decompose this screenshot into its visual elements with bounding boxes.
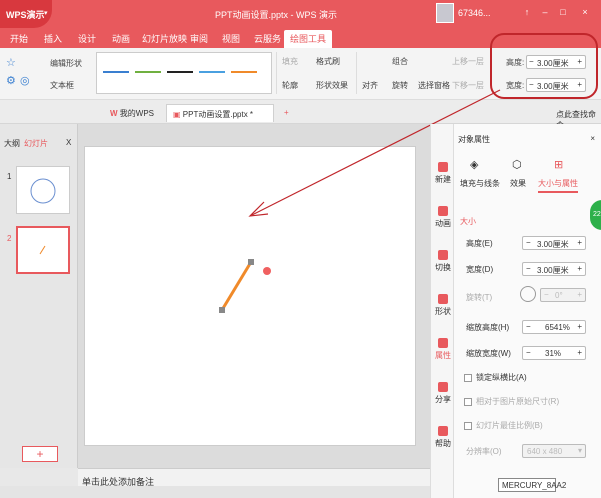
- tooltip: MERCURY_8AA2: [498, 478, 566, 492]
- width-value[interactable]: 3.00厘米: [537, 265, 569, 276]
- best-scale-checkbox[interactable]: 幻灯片最佳比例(B): [464, 420, 543, 431]
- decrease-button[interactable]: −: [544, 290, 549, 299]
- resolution-select[interactable]: 640 x 480 ▾: [522, 444, 586, 458]
- rotate-stepper[interactable]: − 0° +: [540, 288, 586, 302]
- side-new[interactable]: 新建: [433, 162, 453, 185]
- scale-width-stepper[interactable]: − 31% +: [522, 346, 586, 360]
- width-label: 宽度(D): [466, 265, 494, 274]
- decrease-button[interactable]: −: [526, 348, 531, 357]
- resolution-label: 分辨率(O): [466, 447, 502, 456]
- side-transition[interactable]: 切换: [433, 250, 453, 273]
- effect-icon: ⬡: [512, 159, 522, 171]
- side-shape[interactable]: 形状: [433, 294, 453, 317]
- increase-button[interactable]: +: [577, 348, 582, 357]
- lock-ratio-checkbox[interactable]: 锁定纵横比(A): [464, 372, 527, 383]
- increase-button[interactable]: +: [577, 238, 582, 247]
- side-animation[interactable]: 动画: [433, 206, 453, 229]
- width-stepper[interactable]: − 3.00厘米 +: [522, 262, 586, 276]
- fill-line-icon: ◈: [470, 159, 479, 171]
- increase-button[interactable]: +: [577, 290, 582, 299]
- properties-pane: 对象属性 × ◈ ⬡ ⊞ 填充与线条 效果 大小与属性 大小 高度(E) − 3…: [454, 124, 601, 498]
- notification-badge[interactable]: 22: [590, 200, 601, 230]
- rotate-dial-icon[interactable]: [520, 286, 536, 302]
- scale-height-value[interactable]: 6541%: [545, 323, 570, 332]
- height-stepper[interactable]: − 3.00厘米 +: [522, 236, 586, 250]
- rotate-label: 旋转(T): [466, 293, 493, 302]
- section-size[interactable]: 大小: [460, 216, 476, 227]
- scale-width-label: 缩放宽度(W): [466, 349, 511, 358]
- pane-title: 对象属性: [458, 135, 490, 144]
- tab-fill-line[interactable]: 填充与线条: [460, 178, 500, 189]
- increase-button[interactable]: +: [577, 264, 582, 273]
- resolution-value[interactable]: 640 x 480: [527, 447, 562, 456]
- scale-height-label: 缩放高度(H): [466, 323, 510, 332]
- decrease-button[interactable]: −: [526, 238, 531, 247]
- side-help[interactable]: 帮助: [433, 426, 453, 449]
- side-properties[interactable]: 属性: [433, 338, 453, 361]
- side-share[interactable]: 分享: [433, 382, 453, 405]
- scale-height-stepper[interactable]: − 6541% +: [522, 320, 586, 334]
- chevron-down-icon: ▾: [577, 446, 582, 455]
- decrease-button[interactable]: −: [526, 264, 531, 273]
- relative-original-checkbox[interactable]: 相对于图片原始尺寸(R): [464, 396, 559, 407]
- rotate-value[interactable]: 0°: [555, 291, 563, 300]
- height-label: 高度(E): [466, 239, 493, 248]
- increase-button[interactable]: +: [577, 322, 582, 331]
- status-bar: [0, 486, 430, 498]
- close-pane-button[interactable]: ×: [590, 134, 595, 143]
- side-toolbar: 新建 动画 切换 形状 属性 分享 帮助: [430, 124, 454, 498]
- height-value[interactable]: 3.00厘米: [537, 239, 569, 250]
- decrease-button[interactable]: −: [526, 322, 531, 331]
- tab-size-props[interactable]: 大小与属性: [538, 178, 578, 193]
- size-icon: ⊞: [554, 159, 564, 171]
- scale-width-value[interactable]: 31%: [545, 349, 561, 358]
- tab-effect[interactable]: 效果: [510, 178, 526, 189]
